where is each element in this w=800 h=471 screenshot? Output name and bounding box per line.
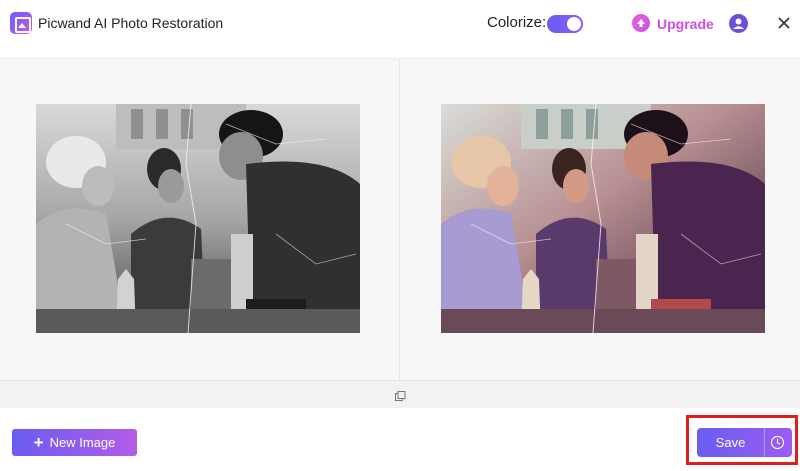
- compare-divider: [399, 59, 400, 381]
- toggle-knob: [567, 17, 581, 31]
- colorize-label: Colorize:: [487, 14, 547, 31]
- app-title: Picwand AI Photo Restoration: [38, 15, 224, 31]
- app-window: Picwand AI Photo Restoration Colorize: U…: [0, 0, 800, 471]
- new-image-button[interactable]: + New Image: [12, 429, 137, 456]
- upgrade-link[interactable]: Upgrade: [657, 16, 714, 32]
- new-image-label: New Image: [49, 435, 116, 450]
- picture-icon: [10, 12, 32, 34]
- compare-icon[interactable]: [395, 389, 406, 401]
- close-icon[interactable]: [776, 15, 792, 31]
- restored-photo: [441, 104, 765, 333]
- clock-icon[interactable]: [770, 435, 785, 450]
- plus-icon: +: [33, 433, 44, 452]
- save-separator: [764, 428, 765, 457]
- original-photo: [36, 104, 360, 333]
- compare-toolbar: [0, 380, 800, 408]
- colorize-toggle[interactable]: [547, 15, 583, 33]
- title-bar: Picwand AI Photo Restoration Colorize: U…: [0, 0, 800, 48]
- user-icon[interactable]: [729, 14, 748, 33]
- save-label: Save: [715, 435, 746, 450]
- save-button[interactable]: Save: [697, 428, 792, 457]
- arrow-up-circle-icon[interactable]: [632, 14, 650, 32]
